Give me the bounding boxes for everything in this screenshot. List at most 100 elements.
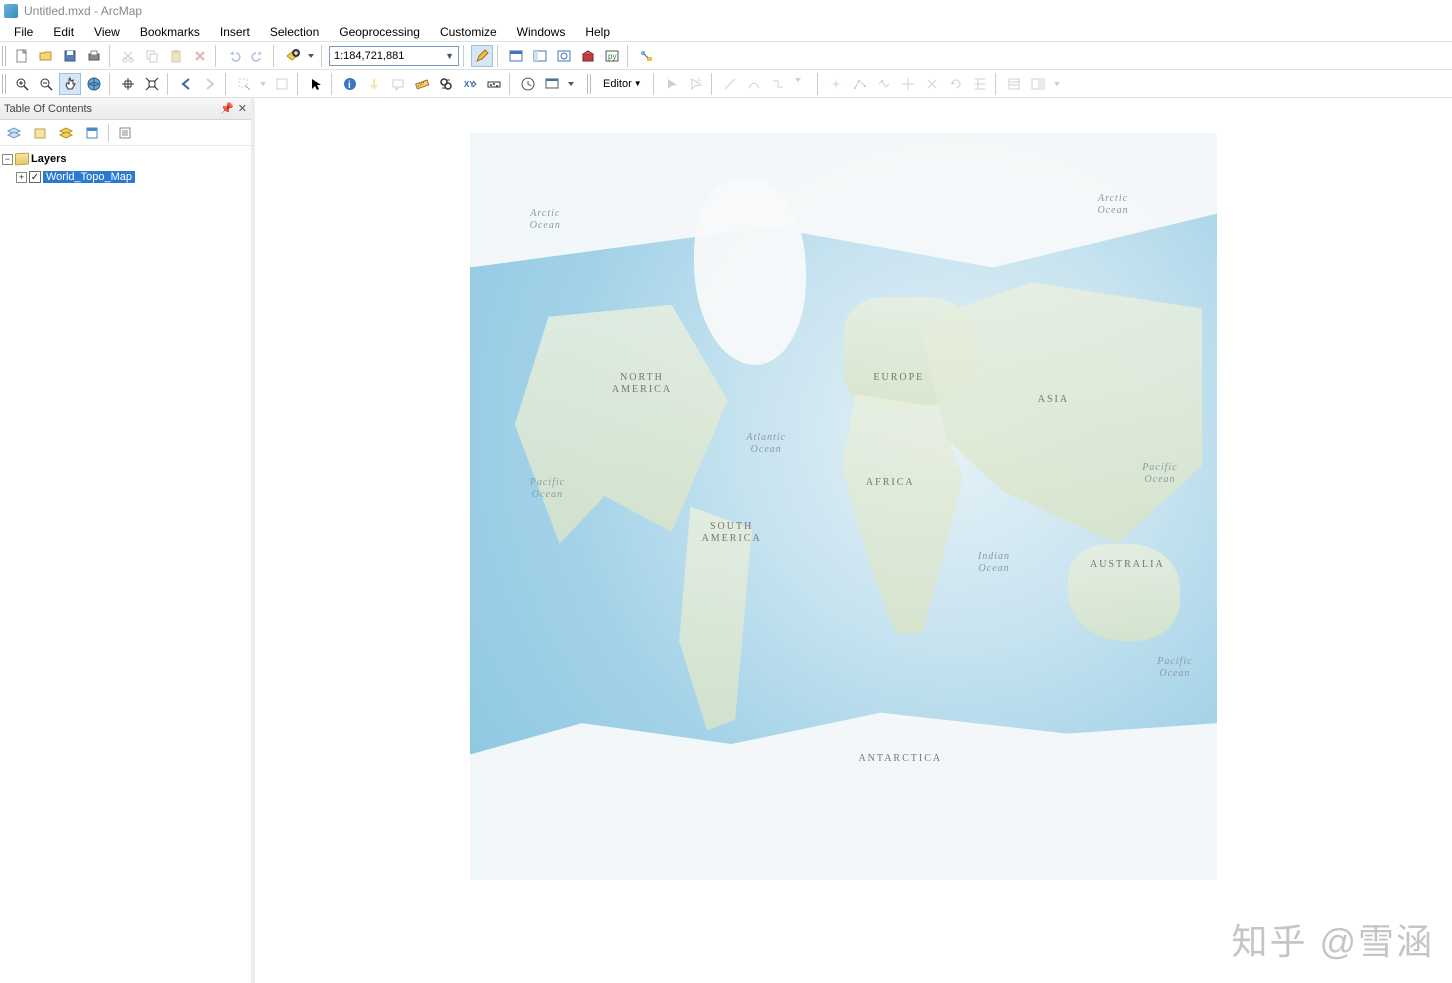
separator-icon: [509, 73, 513, 95]
land-af: [829, 394, 963, 633]
measure-button[interactable]: [411, 73, 433, 95]
tree-root[interactable]: − Layers: [2, 150, 249, 168]
toc-panel: Table Of Contents 📌 ✕ − Layers + ✓ Wo: [0, 98, 255, 983]
menu-bookmarks[interactable]: Bookmarks: [130, 23, 210, 41]
select-dropdown[interactable]: [257, 73, 269, 95]
label-na: NORTHAMERICA: [612, 372, 672, 396]
reshape-button: [873, 73, 895, 95]
chevron-down-icon: ▼: [445, 51, 454, 61]
print-button[interactable]: [83, 45, 105, 67]
hyperlink-button: [363, 73, 385, 95]
separator-icon: [463, 45, 467, 67]
toc-tree: − Layers + ✓ World_Topo_Map: [0, 146, 251, 190]
editor-menu[interactable]: Editor▼: [596, 74, 649, 94]
full-extent-button[interactable]: [83, 73, 105, 95]
find-button[interactable]: [435, 73, 457, 95]
menu-help[interactable]: Help: [575, 23, 620, 41]
title-bar: Untitled.mxd - ArcMap: [0, 0, 1452, 22]
add-data-button[interactable]: [281, 45, 303, 67]
collapse-icon[interactable]: −: [2, 154, 13, 165]
separator-icon: [109, 45, 113, 67]
layer-checkbox[interactable]: ✓: [29, 171, 41, 183]
app-icon: [4, 4, 18, 18]
expand-icon[interactable]: +: [16, 172, 27, 183]
map-scale-combo[interactable]: 1:184,721,881 ▼: [329, 46, 459, 66]
time-slider-button[interactable]: [517, 73, 539, 95]
menu-view[interactable]: View: [84, 23, 130, 41]
menu-customize[interactable]: Customize: [430, 23, 507, 41]
identify-button[interactable]: i: [339, 73, 361, 95]
delete-button: [189, 45, 211, 67]
svg-text:i: i: [348, 80, 351, 91]
map-canvas[interactable]: ArcticOcean ArcticOcean PacificOcean Pac…: [470, 133, 1217, 880]
rotate-button: [945, 73, 967, 95]
layers-label: Layers: [31, 153, 66, 165]
standard-toolbar: 1:184,721,881 ▼ py: [0, 42, 1452, 70]
go-to-xy-button[interactable]: [483, 73, 505, 95]
close-icon[interactable]: ✕: [238, 102, 247, 115]
window-title: Untitled.mxd - ArcMap: [24, 4, 142, 18]
chevron-down-icon: ▼: [634, 79, 642, 88]
menu-edit[interactable]: Edit: [43, 23, 84, 41]
edit-vertices-button: [849, 73, 871, 95]
toolbar-grip-icon[interactable]: [2, 46, 7, 66]
options-button[interactable]: [115, 123, 135, 143]
add-data-dropdown[interactable]: [305, 45, 317, 67]
menu-insert[interactable]: Insert: [210, 23, 260, 41]
list-by-visibility-button[interactable]: [56, 123, 76, 143]
select-features-button[interactable]: [233, 73, 255, 95]
new-button[interactable]: [11, 45, 33, 67]
model-builder-button[interactable]: [635, 45, 657, 67]
fixed-zoom-out-button[interactable]: [141, 73, 163, 95]
toolbar-grip-icon[interactable]: [2, 74, 7, 94]
menu-file[interactable]: File: [4, 23, 43, 41]
clear-selection-button: [271, 73, 293, 95]
toolbar-grip-icon[interactable]: [587, 74, 592, 94]
map-view[interactable]: ArcticOcean ArcticOcean PacificOcean Pac…: [255, 98, 1452, 983]
separator-icon: [273, 45, 277, 67]
separator-icon: [331, 73, 335, 95]
pan-button[interactable]: [59, 73, 81, 95]
separator-icon: [297, 73, 301, 95]
create-viewer-button[interactable]: [541, 73, 563, 95]
viewer-dropdown[interactable]: [565, 73, 577, 95]
zoom-in-button[interactable]: [11, 73, 33, 95]
forward-extent-button: [199, 73, 221, 95]
save-button[interactable]: [59, 45, 81, 67]
redo-button[interactable]: [247, 45, 269, 67]
catalog-window-button[interactable]: [529, 45, 551, 67]
pin-icon[interactable]: 📌: [220, 102, 234, 115]
edit-annotation-button: A: [685, 73, 707, 95]
back-extent-button[interactable]: [175, 73, 197, 95]
python-window-button[interactable]: py: [601, 45, 623, 67]
ice-greenland: [694, 178, 806, 365]
label-au: AUSTRALIA: [1090, 559, 1165, 571]
separator-icon: [215, 45, 219, 67]
search-window-button[interactable]: [553, 45, 575, 67]
select-elements-button[interactable]: [305, 73, 327, 95]
right-angle-button: [791, 73, 813, 95]
label-pacific-l: PacificOcean: [530, 477, 565, 501]
editor-toolbar-button[interactable]: [471, 45, 493, 67]
undo-button[interactable]: [223, 45, 245, 67]
list-by-selection-button[interactable]: [82, 123, 102, 143]
watermark: 知乎 @雪涵: [1231, 913, 1434, 965]
list-by-drawing-button[interactable]: [4, 123, 24, 143]
arctoolbox-button[interactable]: [577, 45, 599, 67]
fixed-zoom-in-button[interactable]: [117, 73, 139, 95]
tree-layer-item[interactable]: + ✓ World_Topo_Map: [2, 168, 249, 186]
zoom-out-button[interactable]: [35, 73, 57, 95]
separator-icon: [995, 73, 999, 95]
toc-window-button[interactable]: [505, 45, 527, 67]
label-indian: IndianOcean: [978, 551, 1010, 575]
label-as: ASIA: [1038, 394, 1069, 406]
open-button[interactable]: [35, 45, 57, 67]
find-route-button[interactable]: XY: [459, 73, 481, 95]
tools-toolbar: i XY Editor▼ A: [0, 70, 1452, 98]
separator-icon: [225, 73, 229, 95]
menu-geoprocessing[interactable]: Geoprocessing: [329, 23, 430, 41]
label-af: AFRICA: [866, 477, 915, 489]
menu-windows[interactable]: Windows: [507, 23, 576, 41]
menu-selection[interactable]: Selection: [260, 23, 329, 41]
list-by-source-button[interactable]: [30, 123, 50, 143]
